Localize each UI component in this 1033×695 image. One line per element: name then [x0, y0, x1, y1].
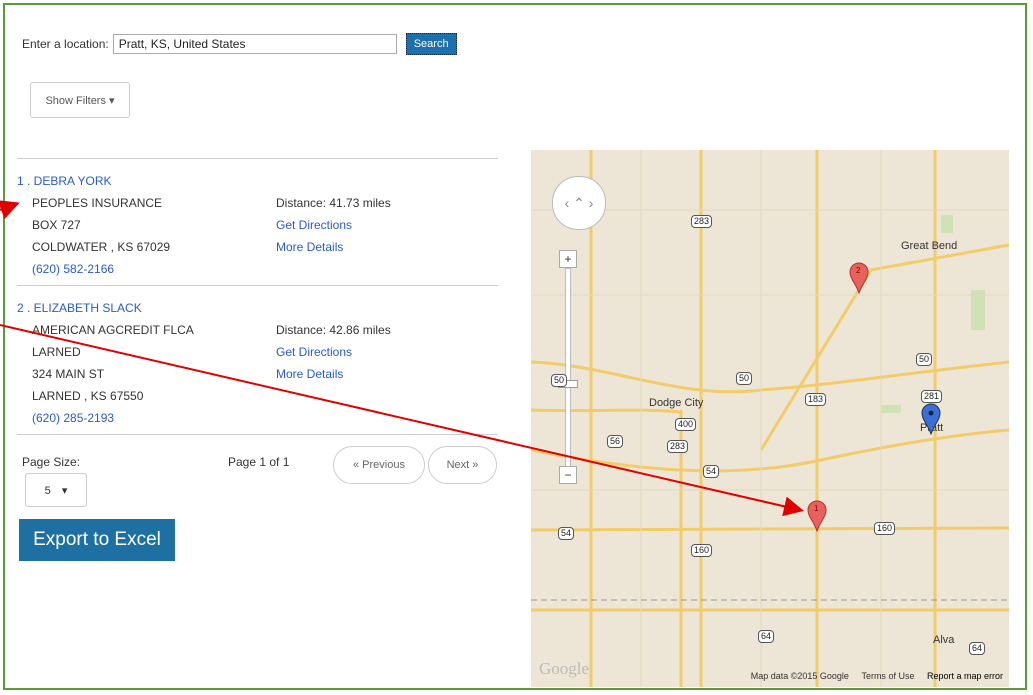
highway-shield: 400	[675, 418, 697, 431]
result-company: PEOPLES INSURANCE	[32, 196, 163, 210]
page-size-value: 5	[44, 484, 51, 497]
map-marker-2[interactable]: 2	[849, 262, 869, 294]
highway-shield: 64	[758, 630, 775, 643]
result-company: AMERICAN AGCREDIT FLCA	[32, 323, 194, 337]
highway-shield: 281	[921, 390, 943, 403]
result-phone-link[interactable]: (620) 582-2166	[32, 262, 114, 276]
highway-shield: 160	[691, 544, 713, 557]
highway-shield: 283	[691, 215, 713, 228]
highway-shield: 160	[874, 522, 896, 535]
park-area	[941, 215, 953, 233]
page-size-select[interactable]: 5 ▾	[25, 473, 87, 507]
park-area	[881, 405, 901, 413]
result-title-link[interactable]: 1 . DEBRA YORK	[17, 174, 111, 188]
highway-shield: 50	[736, 372, 753, 385]
result-address-line: LARNED , KS 67550	[32, 389, 144, 403]
more-details-link[interactable]: More Details	[276, 367, 343, 381]
highway-shield: 54	[703, 465, 720, 478]
previous-page-button[interactable]: « Previous	[333, 446, 425, 484]
result-distance: Distance: 42.86 miles	[276, 323, 391, 337]
map-marker-1[interactable]: 1	[807, 500, 827, 532]
blue-pin-icon	[921, 403, 941, 435]
highway-shield: 56	[607, 435, 624, 448]
result-address-line: 324 MAIN ST	[32, 367, 105, 381]
city-label: Alva	[933, 634, 955, 646]
location-search-row: Enter a location: Search	[22, 33, 457, 55]
more-details-link[interactable]: More Details	[276, 240, 343, 254]
get-directions-link[interactable]: Get Directions	[276, 218, 352, 232]
export-to-excel-button[interactable]: Export to Excel	[19, 519, 175, 561]
result-item: 2 . ELIZABETH SLACK AMERICAN AGCREDIT FL…	[17, 286, 498, 435]
result-distance: Distance: 41.73 miles	[276, 196, 391, 210]
zoom-out-icon[interactable]: −	[559, 466, 577, 484]
map-data-credit: Map data ©2015 Google	[750, 671, 849, 681]
highway-shield: 64	[969, 642, 986, 655]
location-label: Enter a location:	[22, 37, 109, 51]
zoom-slider-track[interactable]	[565, 268, 571, 470]
result-address-line: COLDWATER , KS 67029	[32, 240, 171, 254]
show-filters-button[interactable]: Show Filters ▾	[30, 82, 130, 118]
google-logo: Google	[539, 659, 590, 678]
report-map-error-link[interactable]: Report a map error	[927, 671, 1003, 681]
result-item: 1 . DEBRA YORK PEOPLES INSURANCE BOX 727…	[17, 159, 498, 286]
highway-shield: 283	[667, 440, 689, 453]
get-directions-link[interactable]: Get Directions	[276, 345, 352, 359]
results-list: 1 . DEBRA YORK PEOPLES INSURANCE BOX 727…	[17, 158, 498, 435]
map[interactable]: + − ‹ ⌃ › Great Bend Dodge City Pratt Al…	[531, 150, 1009, 687]
location-input[interactable]	[112, 34, 397, 54]
highway-shield: 183	[805, 393, 827, 406]
result-title-link[interactable]: 2 . ELIZABETH SLACK	[17, 301, 142, 315]
map-marker-origin[interactable]	[921, 403, 941, 435]
chevron-down-icon: ▾	[61, 484, 68, 497]
zoom-in-icon[interactable]: +	[559, 250, 577, 268]
next-page-button[interactable]: Next »	[428, 446, 497, 484]
result-address-line: BOX 727	[32, 218, 81, 232]
result-address-line: LARNED	[32, 345, 81, 359]
page-size-label: Page Size:	[22, 455, 81, 469]
pan-arrows-icon: ‹ ⌃ ›	[564, 195, 594, 211]
highway-shield: 50	[551, 374, 568, 387]
park-area	[971, 290, 985, 330]
search-button[interactable]: Search	[405, 33, 457, 55]
city-label: Great Bend	[901, 240, 958, 252]
marker-label: 2	[856, 266, 861, 275]
city-label: Dodge City	[649, 397, 704, 409]
result-phone-link[interactable]: (620) 285-2193	[32, 411, 114, 425]
highway-shield: 54	[558, 527, 575, 540]
page-info: Page 1 of 1	[228, 455, 290, 469]
marker-label: 1	[814, 504, 819, 513]
zoom-control[interactable]: + −	[558, 250, 578, 484]
map-footer: Map data ©2015 Google Terms of Use Repor…	[741, 671, 1003, 681]
terms-of-use-link[interactable]: Terms of Use	[861, 671, 914, 681]
highway-shield: 50	[916, 353, 933, 366]
pan-control[interactable]: ‹ ⌃ ›	[552, 176, 606, 230]
